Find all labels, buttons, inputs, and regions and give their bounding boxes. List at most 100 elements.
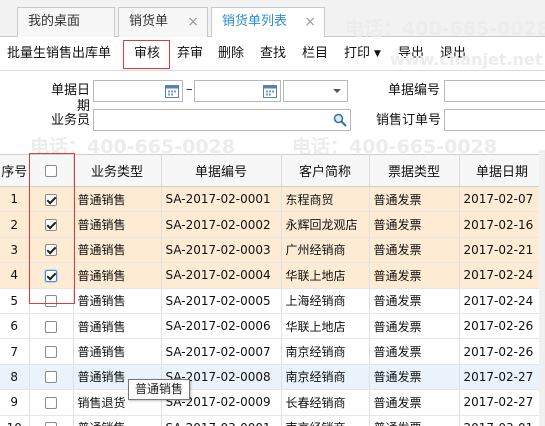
audit-button[interactable]: 审核 <box>134 46 160 62</box>
doc-no-cell[interactable]: SA-2017-02-0005 <box>161 288 282 314</box>
table-row[interactable]: 4 普通销售 SA-2017-02-0004 华联上地店 普通发票 2017-02-24 <box>0 262 545 289</box>
invoice-type-cell[interactable]: 普通发票 <box>369 313 460 340</box>
customer-cell[interactable]: 广州经销商 <box>281 237 370 264</box>
doc-no-cell[interactable]: SA-2017-02-0004 <box>161 262 282 289</box>
header-business-type[interactable]: 业务类型 <box>73 154 162 187</box>
vertical-scrollbar[interactable] <box>539 150 545 426</box>
columns-button[interactable]: 栏目 <box>302 46 328 62</box>
doc-date-cell[interactable]: 2017-03-01 <box>459 415 545 426</box>
invoice-type-cell[interactable]: 普通发票 <box>369 338 460 365</box>
business-type-cell[interactable]: 普通销售 <box>73 415 162 426</box>
customer-cell[interactable]: 华联上地店 <box>281 262 370 289</box>
invoice-type-cell[interactable]: 普通发票 <box>369 237 460 264</box>
select-all-checkbox[interactable] <box>45 164 57 177</box>
table-row[interactable]: 6 普通销售 SA-2017-02-0006 华联上地店 普通发票 2017-02-26 <box>0 313 545 340</box>
row-select-cell[interactable] <box>29 389 74 416</box>
doc-no-cell[interactable]: SA-2017-02-0002 <box>161 211 282 238</box>
invoice-type-cell[interactable]: 普通发票 <box>369 288 460 314</box>
business-type-cell[interactable]: 普通销售 <box>73 288 162 314</box>
customer-cell[interactable]: 南京经销商 <box>281 364 370 391</box>
invoice-type-cell[interactable]: 普通发票 <box>369 364 460 391</box>
row-select-cell[interactable] <box>29 288 74 314</box>
row-checkbox[interactable] <box>45 346 57 359</box>
doc-date-cell[interactable]: 2017-02-24 <box>459 262 545 289</box>
doc-no-cell[interactable]: SA-2017-02-0007 <box>161 338 282 365</box>
date-from-input[interactable] <box>93 80 183 102</box>
row-checkbox[interactable] <box>45 193 57 206</box>
doc-no-cell[interactable]: SA-2017-02-0001 <box>161 186 282 213</box>
salesperson-input[interactable] <box>93 109 351 131</box>
table-row[interactable]: 3 普通销售 SA-2017-02-0003 广州经销商 普通发票 2017-02-21 <box>0 237 545 264</box>
abandon-audit-button[interactable]: 弃审 <box>177 46 203 62</box>
exit-button[interactable]: 退出 <box>440 46 466 62</box>
row-checkbox[interactable] <box>45 396 57 409</box>
row-select-cell[interactable] <box>29 415 74 426</box>
customer-cell[interactable]: 上海经销商 <box>281 288 370 314</box>
customer-cell[interactable]: 东程商贸 <box>281 186 370 213</box>
doc-date-cell[interactable]: 2017-02-27 <box>459 389 545 416</box>
doc-date-cell[interactable]: 2017-02-26 <box>459 313 545 340</box>
row-checkbox[interactable] <box>45 295 57 308</box>
invoice-type-cell[interactable]: 普通发票 <box>369 389 460 416</box>
row-select-cell[interactable] <box>29 211 74 238</box>
invoice-type-cell[interactable]: 普通发票 <box>369 186 460 213</box>
table-row[interactable]: 9 销售退货 SA-2017-02-0009 长春经销商 普通发票 2017-02-27 <box>0 389 545 416</box>
header-customer[interactable]: 客户简称 <box>281 154 370 187</box>
header-doc-no[interactable]: 单据编号 <box>161 154 282 187</box>
doc-date-cell[interactable]: 2017-02-21 <box>459 237 545 264</box>
customer-cell[interactable]: 南京经销商 <box>281 415 370 426</box>
doc-no-cell[interactable]: SA-2017-03-0001 <box>161 415 282 426</box>
customer-cell[interactable]: 长春经销商 <box>281 389 370 416</box>
doc-no-input[interactable] <box>444 80 545 102</box>
invoice-type-cell[interactable]: 普通发票 <box>369 211 460 238</box>
calendar-icon[interactable] <box>164 83 180 99</box>
header-invoice-type[interactable]: 票据类型 <box>369 154 460 187</box>
doc-date-cell[interactable]: 2017-02-16 <box>459 211 545 238</box>
customer-cell[interactable]: 南京经销商 <box>281 338 370 365</box>
row-select-cell[interactable] <box>29 186 74 213</box>
table-row[interactable]: 5 普通销售 SA-2017-02-0005 上海经销商 普通发票 2017-02-24 <box>0 288 545 314</box>
date-to-input[interactable] <box>194 80 281 102</box>
search-button[interactable]: 查找 <box>260 46 286 62</box>
tab-desktop[interactable]: 我的桌面 <box>17 7 115 37</box>
doc-date-cell[interactable]: 2017-02-24 <box>459 288 545 314</box>
table-row[interactable]: 1 普通销售 SA-2017-02-0001 东程商贸 普通发票 2017-02-07 <box>0 186 545 213</box>
business-type-cell[interactable]: 普通销售 <box>73 313 162 340</box>
row-checkbox[interactable] <box>45 422 57 426</box>
close-icon[interactable]: × <box>304 8 316 36</box>
row-select-cell[interactable] <box>29 338 74 365</box>
business-type-cell[interactable]: 普通销售 <box>73 237 162 264</box>
chevron-down-icon[interactable] <box>329 83 345 99</box>
sales-order-no-input[interactable] <box>444 109 545 131</box>
tab-sales-slip-list[interactable]: 销货单列表 × <box>211 7 325 38</box>
row-select-cell[interactable] <box>29 364 74 391</box>
table-row[interactable]: 2 普通销售 SA-2017-02-0002 永辉回龙观店 普通发票 2017-02-16 <box>0 211 545 238</box>
header-select-all[interactable] <box>29 154 74 187</box>
calendar-icon[interactable] <box>262 83 278 99</box>
table-row[interactable]: 7 普通销售 SA-2017-02-0007 南京经销商 普通发票 2017-02-26 <box>0 338 545 365</box>
search-icon[interactable] <box>332 112 348 128</box>
invoice-type-cell[interactable]: 普通发票 <box>369 262 460 289</box>
print-button[interactable]: 打印 ▼ <box>344 46 381 62</box>
doc-no-cell[interactable]: SA-2017-02-0006 <box>161 313 282 340</box>
row-checkbox[interactable] <box>45 371 57 384</box>
row-checkbox[interactable] <box>45 219 57 232</box>
row-checkbox[interactable] <box>45 244 57 257</box>
delete-button[interactable]: 删除 <box>218 46 244 62</box>
business-type-cell[interactable]: 普通销售 <box>73 186 162 213</box>
invoice-type-cell[interactable]: 普通发票 <box>369 415 460 426</box>
doc-no-cell[interactable]: SA-2017-02-0003 <box>161 237 282 264</box>
row-select-cell[interactable] <box>29 313 74 340</box>
row-select-cell[interactable] <box>29 262 74 289</box>
batch-outbound-button[interactable]: 批量生销售出库单 <box>7 46 111 62</box>
close-icon[interactable]: × <box>187 8 199 36</box>
date-preset-select[interactable] <box>283 80 348 102</box>
business-type-cell[interactable]: 普通销售 <box>73 262 162 289</box>
table-row[interactable]: 8 普通销售 SA-2017-02-0008 南京经销商 普通发票 2017-02-27 <box>0 364 545 391</box>
doc-date-cell[interactable]: 2017-02-26 <box>459 338 545 365</box>
export-button[interactable]: 导出 <box>398 46 424 62</box>
customer-cell[interactable]: 永辉回龙观店 <box>281 211 370 238</box>
tab-sales-slip[interactable]: 销货单 × <box>118 7 208 37</box>
header-doc-date[interactable]: 单据日期 <box>459 154 545 187</box>
table-row[interactable]: 10 普通销售SA-2017-03-0001南京经销商普通发票2017-03-01 <box>0 415 545 426</box>
